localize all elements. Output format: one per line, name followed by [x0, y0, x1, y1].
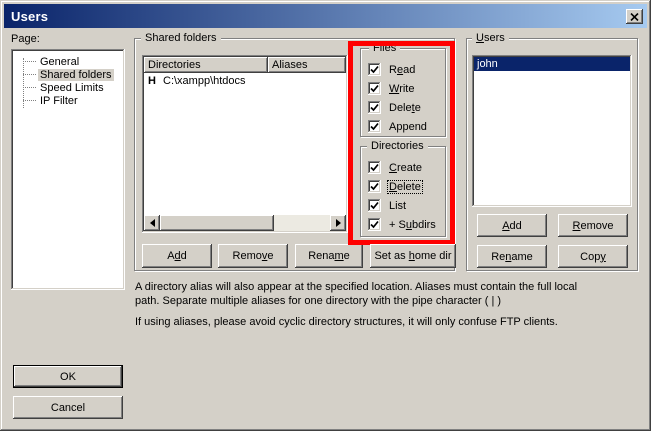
shared-add-button[interactable]: Add [142, 244, 212, 268]
directories-table[interactable]: Directories Aliases H C:\xampp\htdocs [142, 55, 348, 233]
checkbox-label: Delete [388, 181, 422, 193]
button-label: Cancel [51, 402, 85, 414]
page-item-label: Speed Limits [38, 82, 106, 94]
tree-branch-icon [23, 61, 36, 62]
append-checkbox[interactable] [368, 120, 381, 133]
scroll-right-button[interactable] [330, 215, 346, 231]
page-item-label: Shared folders [38, 69, 114, 81]
page-list[interactable]: General Shared folders Speed Limits IP F… [11, 49, 125, 290]
files-group-label: Files [369, 42, 400, 54]
read-checkbox[interactable] [368, 63, 381, 76]
button-label: Copy [580, 251, 606, 263]
tree-branch-icon [23, 87, 36, 88]
delete-files-checkbox[interactable] [368, 101, 381, 114]
table-header-row: Directories Aliases [144, 57, 346, 73]
page-label: Page: [11, 33, 40, 45]
subdirs-checkbox[interactable] [368, 218, 381, 231]
checkbox-row-read[interactable]: Read [368, 63, 416, 76]
button-label: Remove [573, 220, 614, 232]
checkbox-label: + Subdirs [388, 219, 437, 231]
checkbox-row-list[interactable]: List [368, 199, 407, 212]
page-item-ip-filter[interactable]: IP Filter [14, 94, 122, 107]
users-list[interactable]: john [472, 55, 632, 207]
shared-folders-group-label: Shared folders [141, 32, 221, 44]
checkbox-row-delete-files[interactable]: Delete [368, 101, 422, 114]
horizontal-scrollbar[interactable] [144, 215, 346, 231]
checkbox-row-append[interactable]: Append [368, 120, 428, 133]
checkbox-label: Read [388, 64, 416, 76]
scrollbar-thumb[interactable] [160, 215, 274, 231]
window-title: Users [11, 9, 48, 24]
button-label: OK [60, 371, 76, 383]
button-label: Add [167, 250, 187, 262]
page-item-label: General [38, 56, 81, 68]
checkbox-label: Append [388, 121, 428, 133]
list-checkbox[interactable] [368, 199, 381, 212]
button-label: Add [502, 220, 522, 232]
user-rename-button[interactable]: Rename [477, 245, 547, 268]
close-icon [630, 13, 639, 21]
alias-note: A directory alias will also appear at th… [135, 281, 601, 308]
checkbox-row-delete-dirs[interactable]: Delete [368, 180, 422, 193]
page-item-general[interactable]: General [14, 55, 122, 68]
write-checkbox[interactable] [368, 82, 381, 95]
set-as-home-dir-button[interactable]: Set as home dir [370, 244, 456, 268]
check-icon [370, 182, 379, 191]
scroll-left-icon [150, 219, 155, 227]
button-label: Set as home dir [374, 250, 451, 262]
shared-rename-button[interactable]: Rename [295, 244, 363, 268]
check-icon [370, 103, 379, 112]
user-list-item[interactable]: john [474, 57, 630, 71]
scroll-right-icon [336, 219, 341, 227]
shared-remove-button[interactable]: Remove [218, 244, 288, 268]
checkbox-row-subdirs[interactable]: + Subdirs [368, 218, 437, 231]
checkbox-row-write[interactable]: Write [368, 82, 415, 95]
checkbox-label: Delete [388, 102, 422, 114]
page-item-shared-folders[interactable]: Shared folders [14, 68, 122, 81]
user-add-button[interactable]: Add [477, 214, 547, 237]
check-icon [370, 122, 379, 131]
page-item-label: IP Filter [38, 95, 80, 107]
column-header-directories[interactable]: Directories [144, 57, 268, 73]
scroll-left-button[interactable] [144, 215, 160, 231]
check-icon [370, 220, 379, 229]
table-row[interactable]: H C:\xampp\htdocs [144, 73, 346, 88]
button-label: Remove [233, 250, 274, 262]
users-group-label: Users [472, 32, 509, 44]
tree-branch-icon [23, 74, 36, 75]
checkbox-label: Write [388, 83, 415, 95]
user-name: john [477, 58, 498, 70]
check-icon [370, 201, 379, 210]
delete-dirs-checkbox[interactable] [368, 180, 381, 193]
tree-branch-icon [23, 100, 36, 101]
home-flag: H [144, 75, 157, 87]
directories-group-label: Directories [367, 140, 428, 152]
directory-path: C:\xampp\htdocs [157, 75, 246, 87]
users-dialog: Users Page: General Shared folders Speed… [0, 0, 651, 431]
close-button[interactable] [626, 9, 643, 24]
cancel-button[interactable]: Cancel [13, 396, 123, 419]
button-label: Rename [491, 251, 533, 263]
user-copy-button[interactable]: Copy [558, 245, 628, 268]
page-item-speed-limits[interactable]: Speed Limits [14, 81, 122, 94]
column-header-aliases[interactable]: Aliases [268, 57, 346, 73]
checkbox-label: Create [388, 162, 423, 174]
check-icon [370, 84, 379, 93]
user-remove-button[interactable]: Remove [558, 214, 628, 237]
check-icon [370, 65, 379, 74]
scrollbar-track[interactable] [274, 215, 330, 231]
create-checkbox[interactable] [368, 161, 381, 174]
checkbox-label: List [388, 200, 407, 212]
checkbox-row-create[interactable]: Create [368, 161, 423, 174]
ok-button[interactable]: OK [13, 365, 123, 388]
cyclic-note: If using aliases, please avoid cyclic di… [135, 316, 601, 330]
titlebar[interactable]: Users [4, 4, 647, 28]
check-icon [370, 163, 379, 172]
button-label: Rename [308, 250, 350, 262]
